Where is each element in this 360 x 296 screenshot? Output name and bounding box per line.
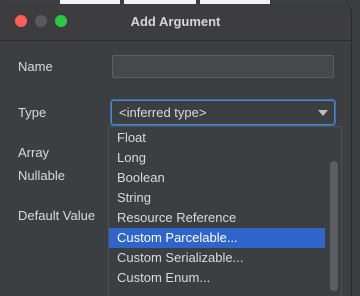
chevron-down-icon [318, 110, 328, 116]
type-dropdown-list: Float Long Boolean String Resource Refer… [108, 126, 342, 296]
dropdown-option-long[interactable]: Long [109, 148, 325, 168]
dropdown-option-string[interactable]: String [109, 188, 325, 208]
type-select-value: <inferred type> [119, 105, 207, 120]
add-argument-dialog: Add Argument Name Type <inferred type> A… [0, 0, 360, 296]
dropdown-option-boolean[interactable]: Boolean [109, 168, 325, 188]
name-label: Name [18, 59, 53, 74]
dropdown-option-float[interactable]: Float [109, 128, 325, 148]
dropdown-option-custom-parcelable[interactable]: Custom Parcelable... [109, 228, 325, 248]
dropdown-option-custom-enum[interactable]: Custom Enum... [109, 268, 325, 288]
dropdown-option-custom-serializable[interactable]: Custom Serializable... [109, 248, 325, 268]
type-select[interactable]: <inferred type> [111, 100, 335, 125]
array-label: Array [18, 145, 50, 160]
dialog-title: Add Argument [130, 14, 221, 29]
title-bar: Add Argument [0, 4, 351, 41]
nullable-label: Nullable [18, 168, 65, 183]
dropdown-option-resource-reference[interactable]: Resource Reference [109, 208, 325, 228]
dropdown-scrollbar[interactable] [327, 127, 341, 296]
name-input[interactable] [112, 55, 334, 78]
type-label: Type [18, 105, 47, 120]
default-value-label: Default Value [18, 208, 96, 223]
scrollbar-thumb[interactable] [330, 161, 338, 291]
